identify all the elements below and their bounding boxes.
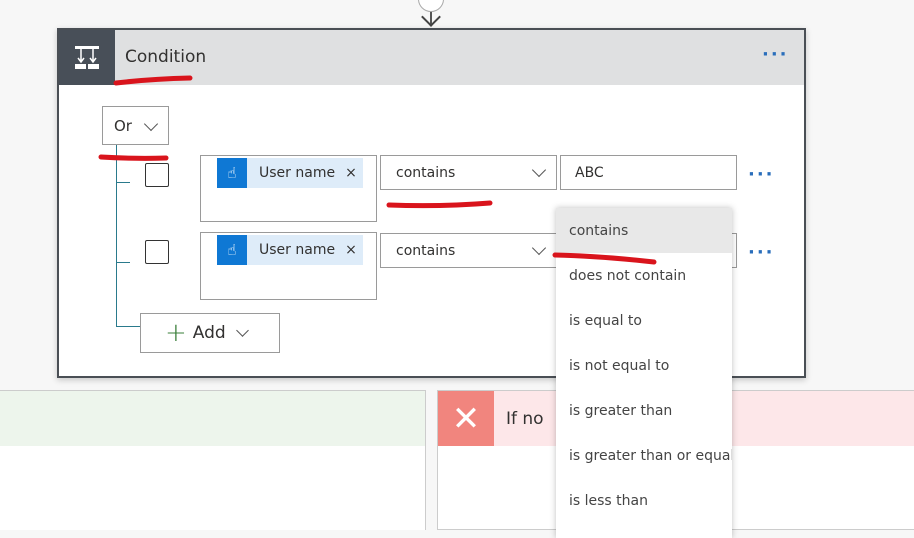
annotation-underline — [113, 75, 193, 86]
annotation-marks — [98, 75, 657, 265]
annotation-underline — [386, 200, 493, 209]
annotation-underline — [552, 252, 657, 265]
annotation-underline — [98, 154, 169, 161]
